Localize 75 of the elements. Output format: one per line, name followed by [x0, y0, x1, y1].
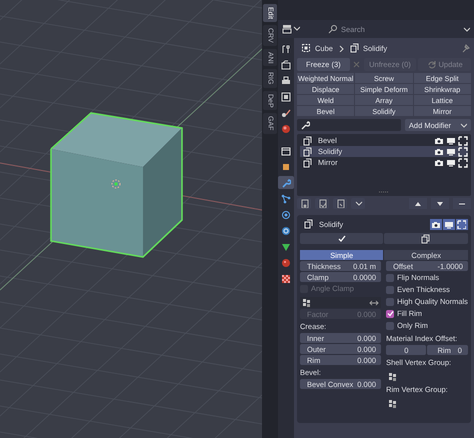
chevron-icon: [336, 44, 345, 52]
tool-button[interactable]: [351, 198, 365, 209]
modifier-icon: [302, 146, 312, 156]
orbit-icon: [281, 210, 291, 220]
edit-mode-icon: [458, 158, 468, 168]
cube-drawing[interactable]: [50, 112, 183, 258]
edit-mode-icon: [457, 220, 466, 228]
wrench-icon: [281, 178, 291, 188]
caret-icon: [458, 121, 467, 129]
sphere-icon: [281, 258, 291, 268]
toggle-button[interactable]: [442, 218, 455, 230]
vertex-group-icon: [388, 399, 398, 408]
checkbox[interactable]: [386, 298, 394, 306]
monitor-icon: [446, 158, 456, 168]
cube-icon: [301, 43, 311, 53]
editor-type-button[interactable]: [282, 24, 300, 34]
tool-icon: [281, 44, 291, 54]
image-stack-icon: [281, 92, 291, 102]
checkbox[interactable]: [386, 310, 394, 318]
modifier-icon: [348, 43, 359, 53]
toggle-button[interactable]: [456, 218, 468, 230]
search-icon: [328, 24, 338, 34]
checkbox[interactable]: [386, 322, 394, 330]
monitor-icon: [446, 146, 456, 156]
vertex-remove-icon: [336, 199, 344, 208]
scene-icon: [281, 108, 291, 118]
caret-icon: [462, 25, 470, 33]
origin-icon: [112, 180, 120, 188]
refresh-icon: [426, 60, 436, 69]
close-icon: [352, 60, 362, 69]
caret-icon: [292, 24, 300, 32]
globe-icon: [281, 124, 291, 134]
camera-icon: [431, 220, 440, 228]
modifier-icon: [302, 158, 312, 168]
modifier-icon: [302, 136, 312, 146]
link-icon: [281, 226, 291, 236]
tool-button[interactable]: [315, 198, 329, 209]
box-icon: [281, 146, 291, 156]
monitor-icon: [446, 136, 456, 146]
vertex-group-icon: [388, 372, 398, 381]
down-arrow-icon: [435, 199, 444, 208]
tool-button[interactable]: [333, 198, 347, 209]
modifier-search-field[interactable]: [297, 119, 401, 131]
monitor-icon: [444, 220, 454, 228]
grip-icon[interactable]: [378, 190, 390, 194]
vertex-add-icon: [300, 199, 308, 208]
square-icon: [281, 162, 291, 172]
modifier-icon: [303, 219, 313, 229]
move-button[interactable]: [408, 198, 427, 209]
particles-icon: [281, 194, 291, 204]
check-icon: [336, 234, 347, 244]
dropdown-button[interactable]: [462, 25, 470, 33]
copy-button[interactable]: [384, 233, 468, 244]
camera-icon: [434, 158, 444, 168]
vertex-group-icon: [302, 298, 311, 307]
move-button[interactable]: [430, 198, 449, 209]
checkbox[interactable]: [386, 286, 394, 294]
toggle-button[interactable]: [430, 218, 442, 230]
checker-icon: [281, 274, 291, 284]
properties-editor-icon: [282, 24, 292, 34]
camera-icon: [434, 146, 444, 156]
printer-icon: [281, 76, 291, 86]
caret-icon: [354, 199, 362, 208]
checkbox[interactable]: [386, 274, 394, 282]
edit-mode-icon: [458, 136, 468, 146]
copy-icon: [421, 234, 432, 244]
pin-icon: [460, 43, 471, 53]
swap-icon[interactable]: [369, 298, 380, 308]
vertex-assign-icon: [318, 199, 326, 208]
move-button[interactable]: [452, 198, 471, 209]
triangle-icon: [281, 242, 291, 252]
tool-button[interactable]: [297, 198, 311, 209]
camera-back-icon: [281, 60, 291, 70]
edit-mode-icon: [458, 146, 468, 156]
wrench-icon: [300, 120, 310, 130]
